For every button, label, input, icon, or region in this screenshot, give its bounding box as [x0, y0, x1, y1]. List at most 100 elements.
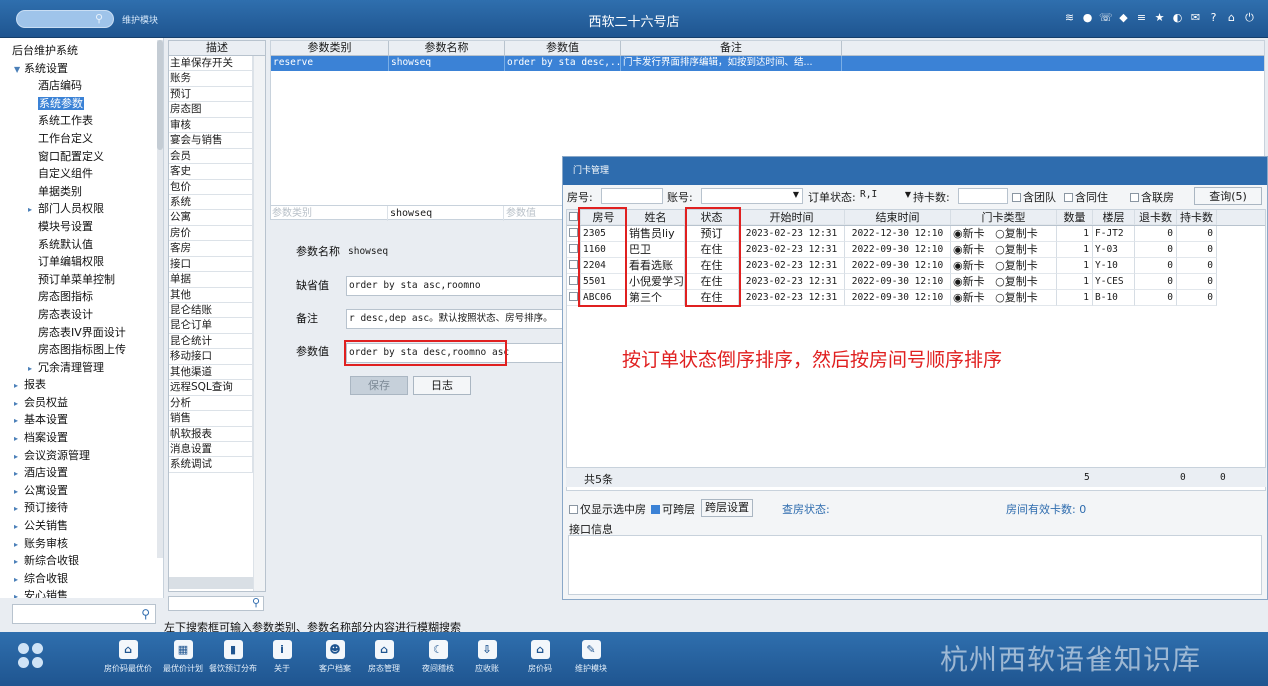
- taskbar-item[interactable]: ✎ 维护模块: [561, 640, 621, 674]
- list-item[interactable]: 帆软报表: [169, 426, 253, 442]
- list-item[interactable]: 房态图: [169, 102, 253, 118]
- only-selected-checkbox[interactable]: 仅显示选中房: [569, 501, 646, 517]
- list-item[interactable]: 消息设置: [169, 441, 253, 458]
- card-type-radios[interactable]: ◉新卡 ○复制卡: [951, 290, 1057, 306]
- col-start-time[interactable]: 开始时间: [739, 210, 845, 225]
- nav-scrollbar[interactable]: [157, 40, 163, 558]
- list-item[interactable]: 系统: [169, 194, 253, 211]
- nav-item[interactable]: 房态表设计: [0, 306, 163, 324]
- home-icon[interactable]: ⌂: [1225, 10, 1238, 26]
- user-icon[interactable]: ◆: [1117, 10, 1130, 26]
- nav-item[interactable]: 系统默认值: [0, 236, 163, 254]
- account-select[interactable]: ▼: [701, 188, 803, 204]
- card-type-radios[interactable]: ◉新卡 ○复制卡: [951, 258, 1057, 274]
- list-item[interactable]: 单据: [169, 272, 253, 288]
- nav-item[interactable]: ▸ 公关销售: [0, 517, 163, 535]
- nav-item[interactable]: ▸ 会议资源管理: [0, 447, 163, 465]
- order-status-select[interactable]: R,I ▼: [857, 188, 915, 204]
- nav-item[interactable]: 系统参数: [0, 95, 163, 113]
- list-item[interactable]: 昆仑统计: [169, 333, 253, 350]
- nav-item[interactable]: 酒店编码: [0, 77, 163, 95]
- nav-item[interactable]: 工作台定义: [0, 130, 163, 148]
- taskbar-item[interactable]: ⇩ 应收账: [457, 640, 517, 674]
- nav-item[interactable]: 房态图指标图上传: [0, 341, 163, 359]
- nav-item[interactable]: ▸ 公寓设置: [0, 482, 163, 500]
- nav-item[interactable]: 系统工作表: [0, 112, 163, 130]
- nav-item[interactable]: ▸ 酒店设置: [0, 464, 163, 482]
- list-item[interactable]: 房价: [169, 225, 253, 242]
- list-item[interactable]: 审核: [169, 117, 253, 134]
- search-icon[interactable]: ⚲: [141, 607, 150, 621]
- nav-item[interactable]: ▸ 基本设置: [0, 411, 163, 429]
- col-return[interactable]: 退卡数: [1135, 210, 1177, 225]
- description-search-input[interactable]: ⚲: [168, 596, 264, 611]
- mail-icon[interactable]: ✉: [1189, 10, 1202, 26]
- new-card-radio[interactable]: ◉新卡: [953, 291, 985, 304]
- nav-item[interactable]: 窗口配置定义: [0, 148, 163, 166]
- taskbar-item[interactable]: ⌂ 房价码最优价: [98, 640, 158, 674]
- col-end-time[interactable]: 结束时间: [845, 210, 951, 225]
- nav-item[interactable]: 房态图指标: [0, 288, 163, 306]
- list-item[interactable]: 其他渠道: [169, 364, 253, 381]
- col-remark[interactable]: 备注: [621, 41, 842, 55]
- default-value-field[interactable]: order by sta asc,roomno: [346, 276, 566, 296]
- search-icon[interactable]: ⚲: [252, 596, 260, 609]
- save-button[interactable]: 保存: [350, 376, 408, 395]
- copy-card-radio[interactable]: ○复制卡: [995, 243, 1038, 256]
- col-value[interactable]: 参数值: [505, 41, 621, 55]
- nav-item[interactable]: ▸ 报表: [0, 376, 163, 394]
- col-floor[interactable]: 楼层: [1093, 210, 1135, 225]
- list-item[interactable]: 远程SQL查询: [169, 380, 253, 396]
- include-group-checkbox[interactable]: 含团队: [1012, 189, 1056, 205]
- table-row[interactable]: 2305 销售员liy 预订 2023-02-23 12:31 2022-12-30 1…: [567, 226, 1265, 242]
- list-item[interactable]: 客史: [169, 164, 253, 180]
- col-name[interactable]: 姓名: [627, 210, 685, 225]
- taskbar-item[interactable]: ⌂ 房态管理: [354, 640, 414, 674]
- filter-value-input[interactable]: 参数值: [504, 206, 570, 221]
- description-hscrollbar[interactable]: [169, 577, 253, 589]
- list-item[interactable]: 公寓: [169, 210, 253, 226]
- nav-item[interactable]: ▸ 安心销售: [0, 587, 163, 598]
- nav-item[interactable]: 订单编辑权限: [0, 253, 163, 271]
- table-row[interactable]: reserve showseq order by sta desc,... 门卡…: [271, 56, 1264, 71]
- nav-search-input[interactable]: ⚲: [12, 604, 156, 624]
- cross-floor-checkbox[interactable]: 可跨层: [651, 501, 695, 517]
- table-row[interactable]: 2204 看看选账 在住 2023-02-23 12:31 2022-09-30 12:…: [567, 258, 1265, 274]
- list-item[interactable]: 其他: [169, 287, 253, 303]
- card-count-input[interactable]: [958, 188, 1008, 204]
- col-quantity[interactable]: 数量: [1057, 210, 1093, 225]
- card-type-radios[interactable]: ◉新卡 ○复制卡: [951, 274, 1057, 290]
- power-icon[interactable]: ⏻: [1243, 10, 1256, 26]
- nav-item[interactable]: ▸ 综合收银: [0, 570, 163, 588]
- copy-card-radio[interactable]: ○复制卡: [995, 259, 1038, 272]
- copy-card-radio[interactable]: ○复制卡: [995, 275, 1038, 288]
- contrast-icon[interactable]: ◐: [1171, 10, 1184, 26]
- col-category[interactable]: 参数类别: [271, 41, 389, 55]
- new-card-radio[interactable]: ◉新卡: [953, 227, 985, 240]
- phone-icon[interactable]: ☏: [1099, 10, 1113, 26]
- list-item[interactable]: 预订: [169, 86, 253, 103]
- new-card-radio[interactable]: ◉新卡: [953, 259, 985, 272]
- list-item[interactable]: 移动接口: [169, 349, 253, 365]
- nav-item[interactable]: ▸ 档案设置: [0, 429, 163, 447]
- copy-card-radio[interactable]: ○复制卡: [995, 227, 1038, 240]
- table-row[interactable]: 5501 小倪爱学习 在住 2023-02-23 12:31 2022-09-30 12…: [567, 274, 1265, 290]
- list-item[interactable]: 主单保存开关: [169, 56, 253, 72]
- menu-icon[interactable]: ≡: [1135, 10, 1148, 26]
- nav-item[interactable]: ▸ 预订接待: [0, 499, 163, 517]
- nav-item[interactable]: 房态表IV界面设计: [0, 324, 163, 342]
- help-icon[interactable]: ?: [1207, 10, 1220, 26]
- nav-item[interactable]: 自定义组件: [0, 165, 163, 183]
- wifi-icon[interactable]: ≋: [1063, 10, 1076, 26]
- query-button[interactable]: 查询(5): [1194, 187, 1262, 205]
- table-row[interactable]: 1160 巴卫 在住 2023-02-23 12:31 2022-09-30 12:10…: [567, 242, 1265, 258]
- nav-item[interactable]: 预订单菜单控制: [0, 271, 163, 289]
- list-item[interactable]: 昆仑订单: [169, 318, 253, 334]
- list-item[interactable]: 昆仑结账: [169, 303, 253, 319]
- nav-item[interactable]: 单据类别: [0, 183, 163, 201]
- nav-item[interactable]: ▸ 新综合收银: [0, 552, 163, 570]
- list-item[interactable]: 销售: [169, 411, 253, 427]
- star-icon[interactable]: ★: [1153, 10, 1166, 26]
- table-row[interactable]: ABC06 第三个 在住 2023-02-23 12:31 2022-09-30 12:…: [567, 290, 1265, 306]
- card-type-radios[interactable]: ◉新卡 ○复制卡: [951, 242, 1057, 258]
